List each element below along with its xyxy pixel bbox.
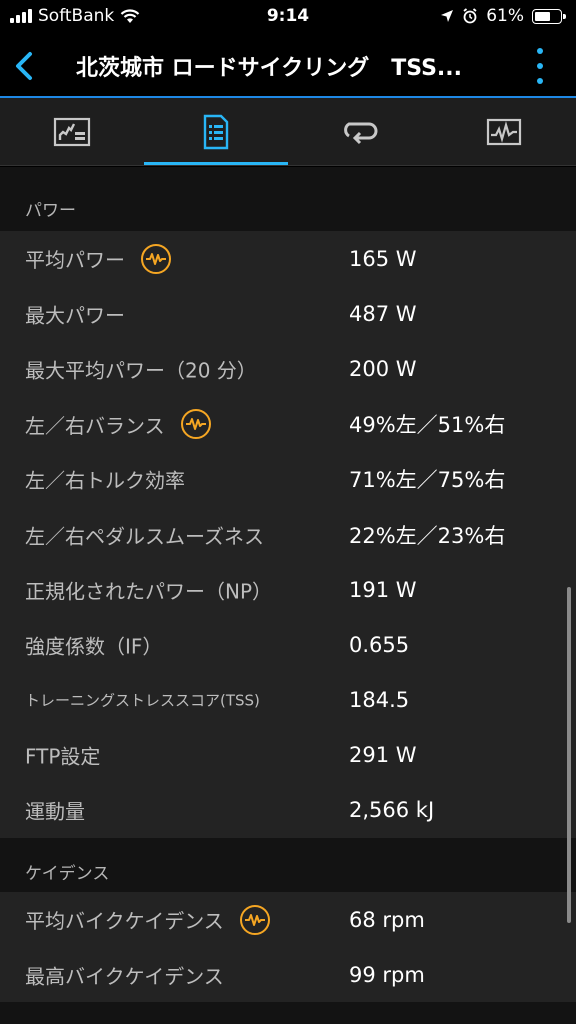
more-options-button[interactable] — [534, 48, 546, 84]
list-footer — [0, 1002, 576, 1024]
top-app-bar: 北茨城市 ロードサイクリング TSS... — [0, 34, 576, 98]
stat-value: 487 W — [349, 301, 417, 326]
stat-value: 291 W — [349, 743, 417, 768]
stat-row: 左／右バランス 49%左／51%右 — [0, 396, 576, 452]
stat-label: 最大パワー — [25, 299, 125, 328]
power-pulse-badge-icon[interactable] — [239, 904, 270, 935]
stat-value: 49%左／51%右 — [349, 413, 506, 438]
stat-label-text: 左／右ペダルスムーズネス — [25, 524, 264, 549]
stat-label-text: 強度係数（IF） — [25, 634, 163, 659]
stat-row: FTP設定 291 W — [0, 727, 576, 783]
tab-bar — [0, 98, 576, 166]
stat-value: 200 W — [349, 356, 417, 381]
stat-row: 最大パワー 487 W — [0, 286, 576, 342]
stat-value: 99 rpm — [349, 962, 425, 987]
stat-label: 平均バイクケイデンス — [25, 904, 270, 935]
stat-label: 強度係数（IF） — [25, 630, 162, 659]
status-bar: SoftBank 9:14 61% — [0, 0, 576, 34]
stat-row: 左／右ペダルスムーズネス 22%左／23%右 — [0, 506, 576, 563]
stat-value: 2,566 kJ — [349, 798, 435, 823]
stat-label: 左／右バランス — [25, 409, 211, 440]
stat-value: 184.5 — [349, 688, 410, 713]
stat-label-text: 最高バイクケイデンス — [25, 964, 224, 989]
battery-fill — [535, 11, 550, 21]
back-button[interactable] — [10, 48, 40, 84]
stat-value: 68 rpm — [349, 907, 425, 932]
stat-row: トレーニングストレススコア(TSS) 184.5 — [0, 672, 576, 728]
power-pulse-badge-icon[interactable] — [141, 243, 171, 274]
stat-label: 左／右トルク効率 — [25, 465, 185, 494]
dot — [537, 48, 543, 54]
status-right: 61% — [440, 6, 566, 26]
stat-label-text: FTP設定 — [25, 744, 101, 769]
stat-row: 強度係数（IF） 0.655 — [0, 617, 576, 673]
stat-label-text: トレーニングストレススコア(TSS) — [25, 691, 260, 710]
stat-label-text: 平均バイクケイデンス — [25, 909, 224, 934]
stat-label: 左／右ペダルスムーズネス — [25, 520, 264, 549]
stat-row: 運動量 2,566 kJ — [0, 782, 576, 839]
stat-value: 71%左／75%右 — [349, 468, 506, 493]
tab-graphs[interactable] — [432, 98, 576, 165]
chart-icon — [53, 117, 91, 146]
stat-label-text: 最大平均パワー（20 分） — [25, 358, 257, 383]
battery-icon — [532, 8, 566, 24]
stat-row: 最高バイクケイデンス 99 rpm — [0, 947, 576, 1003]
power-pulse-badge-icon[interactable] — [180, 409, 211, 440]
cadence-rows: 平均バイクケイデンス 68 rpm 最高バイクケイデンス 99 rpm — [0, 892, 576, 1003]
tab-chart[interactable] — [0, 98, 144, 165]
power-rows: 平均パワー 165 W 最大パワー 487 W 最大平均パワー（20 分） 20… — [0, 231, 576, 839]
graph-icon — [486, 118, 522, 145]
stat-value: 22%左／23%右 — [349, 523, 506, 548]
location-arrow-icon — [441, 10, 454, 22]
stat-label-text: 運動量 — [25, 799, 85, 824]
stat-value: 165 W — [349, 246, 417, 271]
section-title: パワー — [25, 201, 76, 221]
stat-label: 最大平均パワー（20 分） — [25, 354, 257, 383]
stat-row: 正規化されたパワー（NP） 191 W — [0, 562, 576, 618]
stat-label: 平均パワー — [25, 243, 171, 274]
stat-label: FTP設定 — [25, 741, 100, 770]
scrollbar[interactable] — [567, 587, 571, 923]
dot — [537, 78, 543, 84]
dot — [537, 63, 543, 69]
battery-percent: 61% — [486, 6, 524, 26]
chevron-left-icon — [16, 52, 32, 80]
stat-value: 0.655 — [349, 632, 410, 657]
stat-label: 最高バイクケイデンス — [25, 960, 224, 989]
stat-label-text: 左／右トルク効率 — [25, 468, 185, 493]
stat-label: トレーニングストレススコア(TSS) — [25, 690, 260, 711]
stat-row: 最大平均パワー（20 分） 200 W — [0, 341, 576, 397]
section-title: ケイデンス — [25, 864, 110, 885]
section-header-cadence: ケイデンス — [0, 838, 576, 893]
stat-label-text: 平均パワー — [25, 248, 125, 273]
alarm-clock-icon — [463, 8, 477, 24]
stat-label: 運動量 — [25, 796, 85, 825]
stat-label-text: 左／右バランス — [25, 413, 165, 438]
stat-label-text: 正規化されたパワー（NP） — [25, 579, 273, 604]
section-header-power: パワー — [0, 167, 576, 231]
tab-details[interactable] — [144, 98, 288, 165]
stat-label-text: 最大パワー — [25, 303, 125, 328]
document-list-icon — [203, 114, 229, 149]
page-title: 北茨城市 ロードサイクリング TSS... — [76, 56, 463, 81]
stat-value: 191 W — [349, 577, 417, 602]
stat-label: 正規化されたパワー（NP） — [25, 575, 272, 604]
activity-details-list[interactable]: パワー 平均パワー 165 W 最大パワー 487 W 最大平均パワー（20 分… — [0, 167, 576, 1024]
stat-row: 左／右トルク効率 71%左／75%右 — [0, 451, 576, 507]
loop-arrow-icon — [344, 122, 378, 144]
stat-row: 平均パワー 165 W — [0, 231, 576, 287]
stat-row: 平均バイクケイデンス 68 rpm — [0, 892, 576, 948]
tab-laps[interactable] — [288, 98, 432, 165]
